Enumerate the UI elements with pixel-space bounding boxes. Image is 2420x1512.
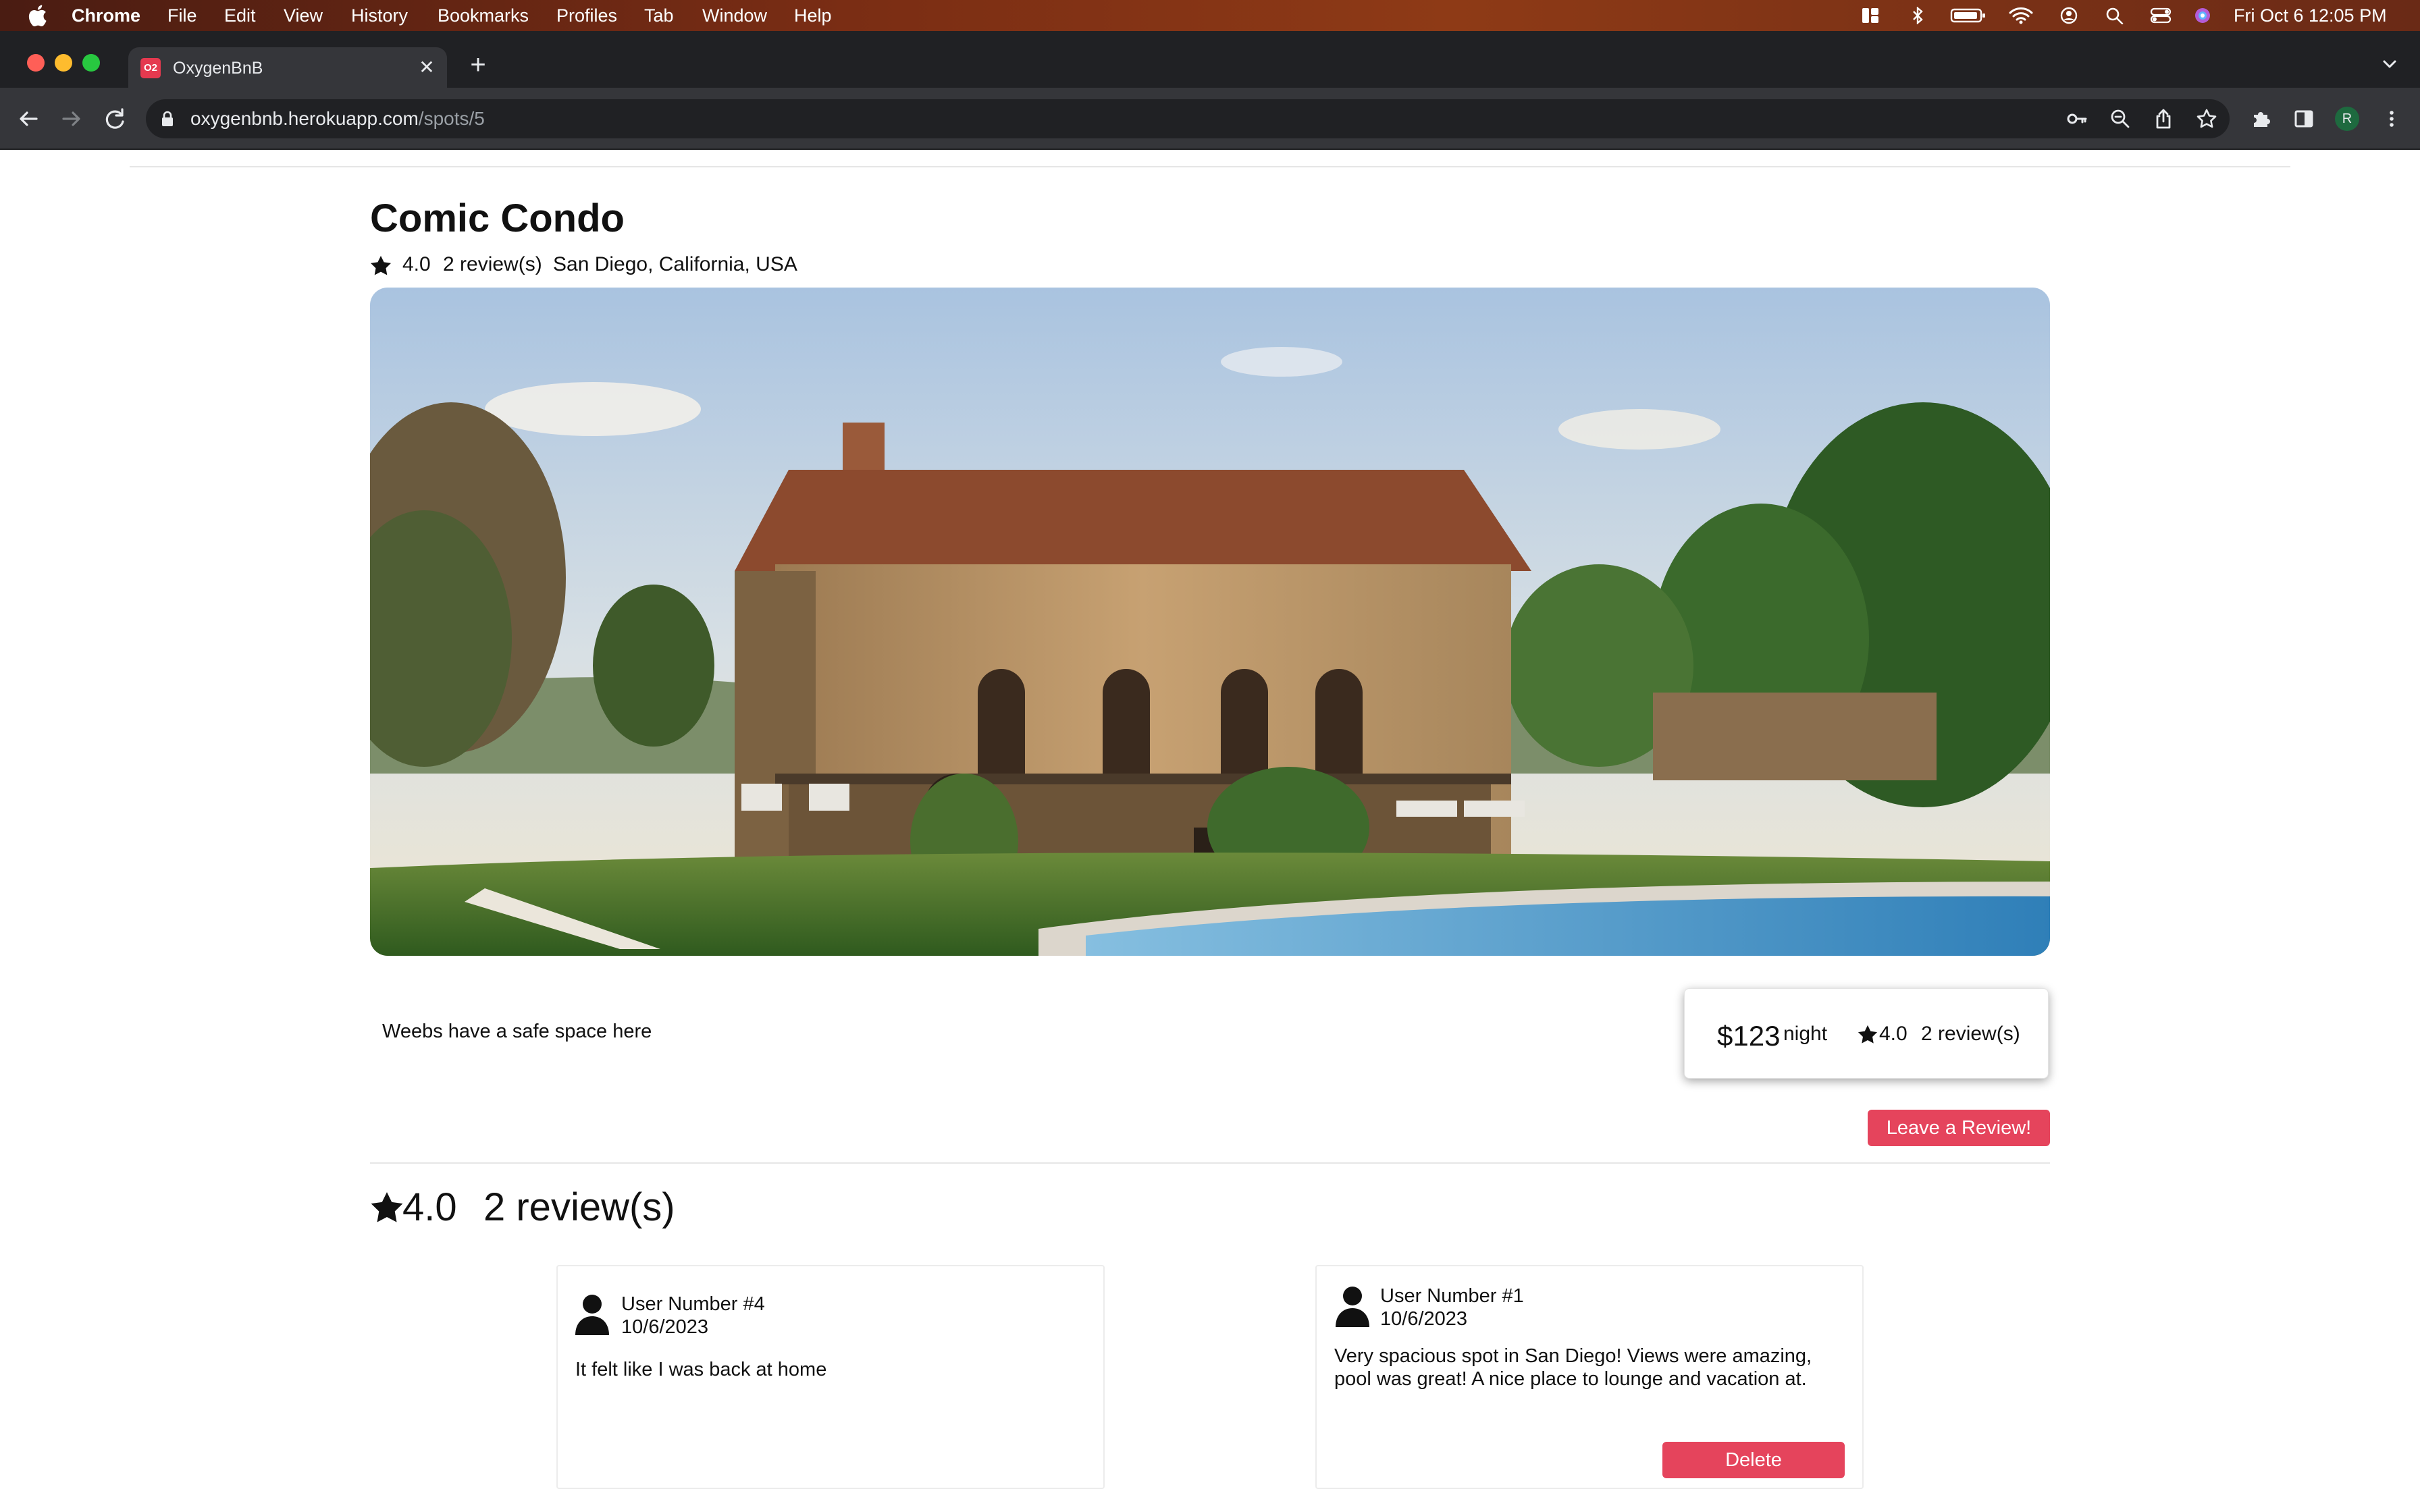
tab-close-icon[interactable]: ✕ <box>416 57 438 78</box>
review-date: 10/6/2023 <box>1380 1308 1468 1330</box>
spot-rating: 4.0 <box>402 253 431 275</box>
header-divider <box>130 166 2290 167</box>
menu-edit[interactable]: Edit <box>224 0 256 31</box>
zoom-icon[interactable] <box>2109 108 2131 130</box>
tab-search-chevron-icon[interactable] <box>2379 54 2400 74</box>
review-user: User Number #1 <box>1380 1285 1524 1307</box>
url-text[interactable]: oxygenbnb.herokuapp.com/spots/5 <box>190 99 485 138</box>
url-host: oxygenbnb.herokuapp.com <box>190 108 419 129</box>
browser-tab[interactable]: O2 OxygenBnB ✕ <box>128 47 447 88</box>
user-avatar-icon <box>575 1295 609 1335</box>
star-icon <box>371 256 391 275</box>
site-favicon: O2 <box>140 58 161 78</box>
section-divider <box>370 1162 2050 1164</box>
window-minimize-button[interactable] <box>55 54 72 72</box>
menu-window[interactable]: Window <box>702 0 767 31</box>
macos-menu-bar: Chrome File Edit View History Bookmarks … <box>0 0 2420 31</box>
extensions-puzzle-icon[interactable] <box>2250 108 2271 130</box>
star-icon <box>1858 1025 1878 1044</box>
card-review-count: 2 review(s) <box>1921 1023 2020 1045</box>
reviews-rating: 4.0 <box>402 1185 457 1229</box>
chrome-menu-icon[interactable] <box>2381 108 2402 130</box>
review-card: User Number #4 10/6/2023 It felt like I … <box>556 1265 1105 1489</box>
lock-icon[interactable] <box>161 111 174 127</box>
reviews-count: 2 review(s) <box>483 1185 675 1229</box>
back-arrow-icon[interactable] <box>15 105 42 132</box>
spot-review-count: 2 review(s) <box>443 253 542 275</box>
spotlight-search-icon[interactable] <box>2105 7 2124 24</box>
card-rating: 4.0 <box>1879 1023 1908 1045</box>
user-account-icon[interactable] <box>2059 7 2078 24</box>
menu-tab[interactable]: Tab <box>644 0 674 31</box>
profile-avatar[interactable]: R <box>2335 107 2359 131</box>
star-icon <box>371 1192 403 1222</box>
review-text: It felt like I was back at home <box>575 1359 827 1380</box>
menu-history[interactable]: History <box>351 0 408 31</box>
menubar-clock[interactable]: Fri Oct 6 12:05 PM <box>2234 0 2387 31</box>
new-tab-button[interactable]: + <box>466 51 490 78</box>
menu-file[interactable]: File <box>167 0 197 31</box>
url-path: /spots/5 <box>418 108 485 129</box>
share-icon[interactable] <box>2153 108 2174 130</box>
menu-app-name[interactable]: Chrome <box>72 0 140 31</box>
window-zoom-button[interactable] <box>82 54 100 72</box>
battery-icon[interactable] <box>1950 7 1987 24</box>
address-bar[interactable]: oxygenbnb.herokuapp.com/spots/5 <box>146 99 2230 138</box>
wifi-icon[interactable] <box>2008 7 2034 24</box>
control-center-icon[interactable] <box>2150 7 2172 24</box>
apple-logo-icon[interactable] <box>27 4 47 27</box>
spot-description: Weebs have a safe space here <box>382 1021 652 1042</box>
spot-title: Comic Condo <box>370 196 625 240</box>
window-close-button[interactable] <box>27 54 45 72</box>
side-panel-icon[interactable] <box>2293 108 2315 130</box>
menu-help[interactable]: Help <box>794 0 832 31</box>
tab-title: OxygenBnB <box>173 59 263 78</box>
menu-view[interactable]: View <box>284 0 323 31</box>
review-date: 10/6/2023 <box>621 1316 709 1338</box>
review-card: User Number #1 10/6/2023 Very spacious s… <box>1315 1265 1864 1489</box>
bluetooth-icon[interactable] <box>1911 7 1924 24</box>
spot-location: San Diego, California, USA <box>553 253 797 275</box>
menu-bookmarks[interactable]: Bookmarks <box>438 0 529 31</box>
review-user: User Number #4 <box>621 1293 765 1315</box>
siri-icon[interactable] <box>2193 7 2212 24</box>
leave-review-button[interactable]: Leave a Review! <box>1868 1110 2050 1146</box>
stage-manager-icon[interactable] <box>1861 7 1880 24</box>
forward-arrow-icon[interactable] <box>58 105 85 132</box>
spot-price: $123 <box>1717 1020 1781 1052</box>
delete-review-button[interactable]: Delete <box>1662 1442 1845 1478</box>
user-avatar-icon <box>1336 1287 1369 1327</box>
bookmark-star-icon[interactable] <box>2196 108 2217 130</box>
menu-profiles[interactable]: Profiles <box>556 0 617 31</box>
review-text: Very spacious spot in San Diego! Views w… <box>1334 1345 1812 1390</box>
reload-icon[interactable] <box>101 105 128 132</box>
password-key-icon[interactable] <box>2066 108 2088 130</box>
price-unit: night <box>1783 1023 1828 1045</box>
spot-photo <box>370 288 2050 956</box>
booking-price-card: $123 night 4.0 2 review(s) <box>1684 988 2049 1079</box>
